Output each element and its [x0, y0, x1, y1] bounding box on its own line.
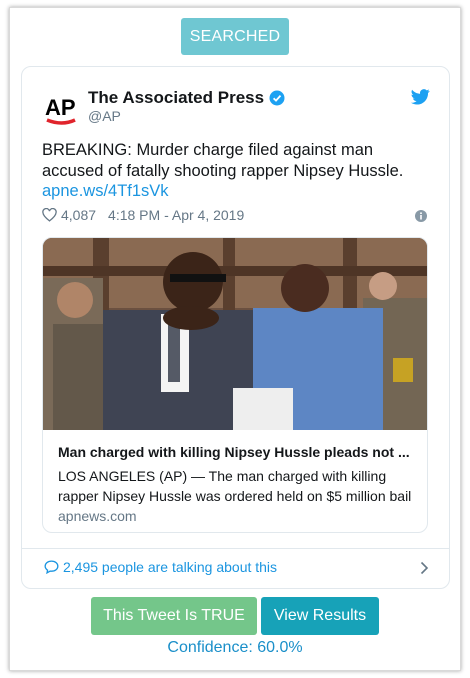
heart-icon[interactable] — [42, 208, 57, 222]
twitter-bird-icon[interactable] — [411, 89, 430, 105]
link-card[interactable]: Man charged with killing Nipsey Hussle p… — [42, 237, 428, 533]
view-results-button[interactable]: View Results — [261, 597, 379, 635]
author-handle[interactable]: @AP — [88, 108, 121, 124]
speech-bubble-icon — [44, 560, 59, 574]
conversation-link[interactable]: 2,495 people are talking about this — [44, 559, 277, 575]
author-name[interactable]: The Associated Press — [88, 88, 285, 108]
verified-icon — [269, 90, 285, 106]
divider — [22, 548, 449, 549]
tweet-timestamp[interactable]: 4:18 PM - Apr 4, 2019 — [108, 207, 244, 223]
tweet-meta: 4,087 4:18 PM - Apr 4, 2019 — [42, 207, 244, 223]
tweet-text: BREAKING: Murder charge filed against ma… — [42, 141, 404, 180]
searched-badge: SEARCHED — [181, 18, 289, 55]
tweet-embed: AP The Associated Press @AP BREAKING: Mu… — [21, 66, 450, 589]
svg-text:AP: AP — [45, 95, 76, 120]
card-domain: apnews.com — [58, 508, 137, 524]
conversation-text[interactable]: 2,495 people are talking about this — [63, 559, 277, 575]
like-count[interactable]: 4,087 — [61, 207, 96, 223]
ap-logo[interactable]: AP — [44, 91, 80, 127]
info-icon[interactable] — [415, 210, 427, 222]
confidence-text: Confidence: 60.0% — [167, 639, 303, 656]
card-description: LOS ANGELES (AP) — The man charged with … — [58, 468, 412, 504]
chevron-right-icon[interactable] — [420, 561, 429, 575]
tweet-is-true-button[interactable]: This Tweet Is TRUE — [91, 597, 257, 635]
tweet-link[interactable]: apne.ws/4Tf1sVk — [42, 182, 169, 201]
card-photo — [43, 238, 427, 430]
author-name-text[interactable]: The Associated Press — [88, 88, 264, 108]
card-title[interactable]: Man charged with killing Nipsey Hussle p… — [58, 444, 413, 460]
